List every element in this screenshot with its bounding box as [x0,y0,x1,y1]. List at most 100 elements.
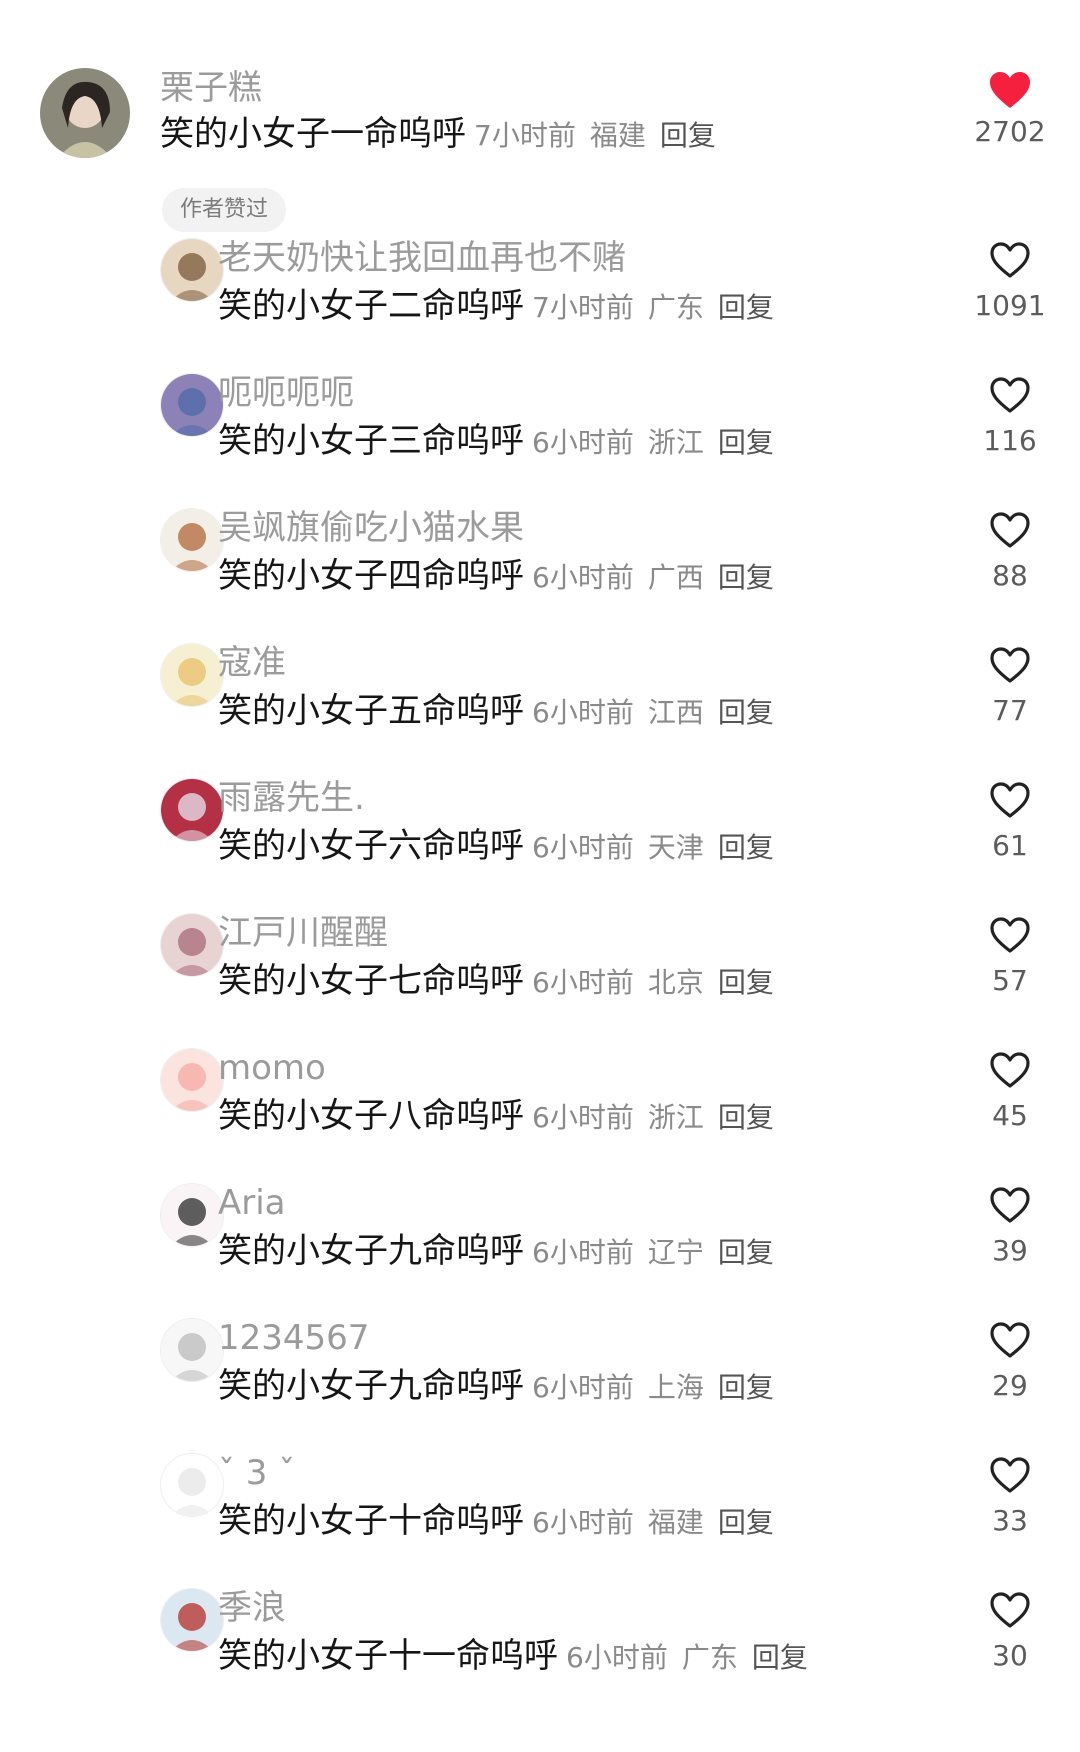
comment-location: 福建 [647,1506,704,1539]
username[interactable]: 寇准 [218,643,286,683]
heart-outline-icon[interactable] [988,1185,1032,1225]
avatar[interactable] [160,643,224,707]
like-count: 39 [992,1234,1028,1267]
like-count: 1091 [974,289,1046,322]
heart-outline-icon[interactable] [988,645,1032,685]
comment-time: 6小时前 [532,426,634,459]
like-count: 33 [992,1504,1028,1537]
comment-location: 北京 [647,966,704,999]
avatar[interactable] [160,373,224,437]
heart-outline-icon[interactable] [988,1320,1032,1360]
comment-text: 笑的小女子九命呜呼 [218,1366,524,1406]
comment-text: 笑的小女子三命呜呼 [218,421,524,461]
avatar[interactable] [40,68,130,158]
reply-button[interactable]: 回复 [718,696,774,729]
avatar[interactable] [160,1318,224,1382]
comment-line: 笑的小女子十一命呜呼 6小时前 广东 回复 [218,1634,808,1684]
comment-location: 天津 [647,831,704,864]
username[interactable]: 季浪 [218,1588,286,1628]
username[interactable]: momo [218,1048,326,1088]
avatar[interactable] [160,1453,224,1517]
heart-outline-icon[interactable] [988,780,1032,820]
like-count: 77 [992,694,1028,727]
avatar[interactable] [160,1588,224,1652]
reply-button[interactable]: 回复 [718,1101,774,1134]
comment-time: 7小时前 [532,291,634,324]
comment-line: 笑的小女子六命呜呼 6小时前 天津 回复 [218,824,774,874]
like-count: 30 [992,1639,1028,1672]
comment-time: 6小时前 [532,966,634,999]
bottom-fade [0,1730,1080,1752]
username[interactable]: 1234567 [218,1318,369,1358]
avatar[interactable] [160,238,224,302]
comment-location: 福建 [589,119,646,152]
reply-button[interactable]: 回复 [752,1641,808,1674]
like-count: 88 [992,559,1028,592]
reply-button[interactable]: 回复 [718,1371,774,1404]
comment-text: 笑的小女子七命呜呼 [218,961,524,1001]
username[interactable]: 吴飒旗偷吃小猫水果 [218,508,524,548]
comment-text: 笑的小女子一命呜呼 [160,114,466,154]
avatar[interactable] [160,1048,224,1112]
comment-text: 笑的小女子十一命呜呼 [218,1636,558,1676]
comment-location: 辽宁 [647,1236,704,1269]
like-count: 29 [992,1369,1028,1402]
comment-line: 笑的小女子十命呜呼 6小时前 福建 回复 [218,1499,774,1549]
comment-location: 浙江 [647,1101,704,1134]
username[interactable]: 雨露先生. [218,778,365,818]
like-count: 45 [992,1099,1028,1132]
username[interactable]: 老天奶快让我回血再也不赌 [218,238,626,278]
heart-outline-icon[interactable] [988,240,1032,280]
heart-filled-icon[interactable] [988,70,1032,110]
username[interactable]: 呃呃呃呃 [218,373,354,413]
reply-button[interactable]: 回复 [718,291,774,324]
comment-time: 6小时前 [532,1101,634,1134]
comment-line: 笑的小女子二命呜呼 7小时前 广东 回复 [218,284,774,334]
comment-time: 6小时前 [532,696,634,729]
author-liked-badge: 作者赞过 [162,188,287,232]
heart-outline-icon[interactable] [988,1590,1032,1630]
comment-text: 笑的小女子六命呜呼 [218,826,524,866]
comment-time: 6小时前 [532,1236,634,1269]
comment-time: 6小时前 [532,561,634,594]
reply-button[interactable]: 回复 [718,561,774,594]
comment-location: 广西 [647,561,704,594]
heart-outline-icon[interactable] [988,1455,1032,1495]
comment-text: 笑的小女子十命呜呼 [218,1501,524,1541]
username[interactable]: 栗子糕 [160,68,262,108]
like-count: 116 [983,424,1037,457]
reply-button[interactable]: 回复 [718,966,774,999]
comment-location: 广东 [647,291,704,324]
comment-time: 6小时前 [566,1641,668,1674]
heart-outline-icon[interactable] [988,375,1032,415]
avatar[interactable] [160,508,224,572]
comment-time: 6小时前 [532,831,634,864]
reply-button[interactable]: 回复 [718,1506,774,1539]
reply-button[interactable]: 回复 [718,831,774,864]
comment-line: 笑的小女子四命呜呼 6小时前 广西 回复 [218,554,774,604]
comment-line: 笑的小女子一命呜呼 7小时前 福建 回复 [160,112,716,162]
avatar[interactable] [160,778,224,842]
reply-button[interactable]: 回复 [660,119,716,152]
heart-outline-icon[interactable] [988,510,1032,550]
heart-outline-icon[interactable] [988,915,1032,955]
comment-line: 笑的小女子八命呜呼 6小时前 浙江 回复 [218,1094,774,1144]
heart-outline-icon[interactable] [988,1050,1032,1090]
comment-line: 笑的小女子三命呜呼 6小时前 浙江 回复 [218,419,774,469]
comment-location: 江西 [647,696,704,729]
avatar[interactable] [160,1183,224,1247]
comment-line: 笑的小女子九命呜呼 6小时前 辽宁 回复 [218,1229,774,1279]
comment-text: 笑的小女子四命呜呼 [218,556,524,596]
reply-button[interactable]: 回复 [718,426,774,459]
comment-text: 笑的小女子九命呜呼 [218,1231,524,1271]
username[interactable]: Aria [218,1183,286,1223]
like-count: 2702 [974,115,1046,148]
username[interactable]: 江戸川醒醒 [218,913,388,953]
reply-button[interactable]: 回复 [718,1236,774,1269]
like-count: 57 [992,964,1028,997]
username[interactable]: ˇ 3 ˇ [218,1453,295,1493]
like-count: 61 [992,829,1028,862]
comment-line: 笑的小女子九命呜呼 6小时前 上海 回复 [218,1364,774,1414]
comment-time: 6小时前 [532,1371,634,1404]
avatar[interactable] [160,913,224,977]
